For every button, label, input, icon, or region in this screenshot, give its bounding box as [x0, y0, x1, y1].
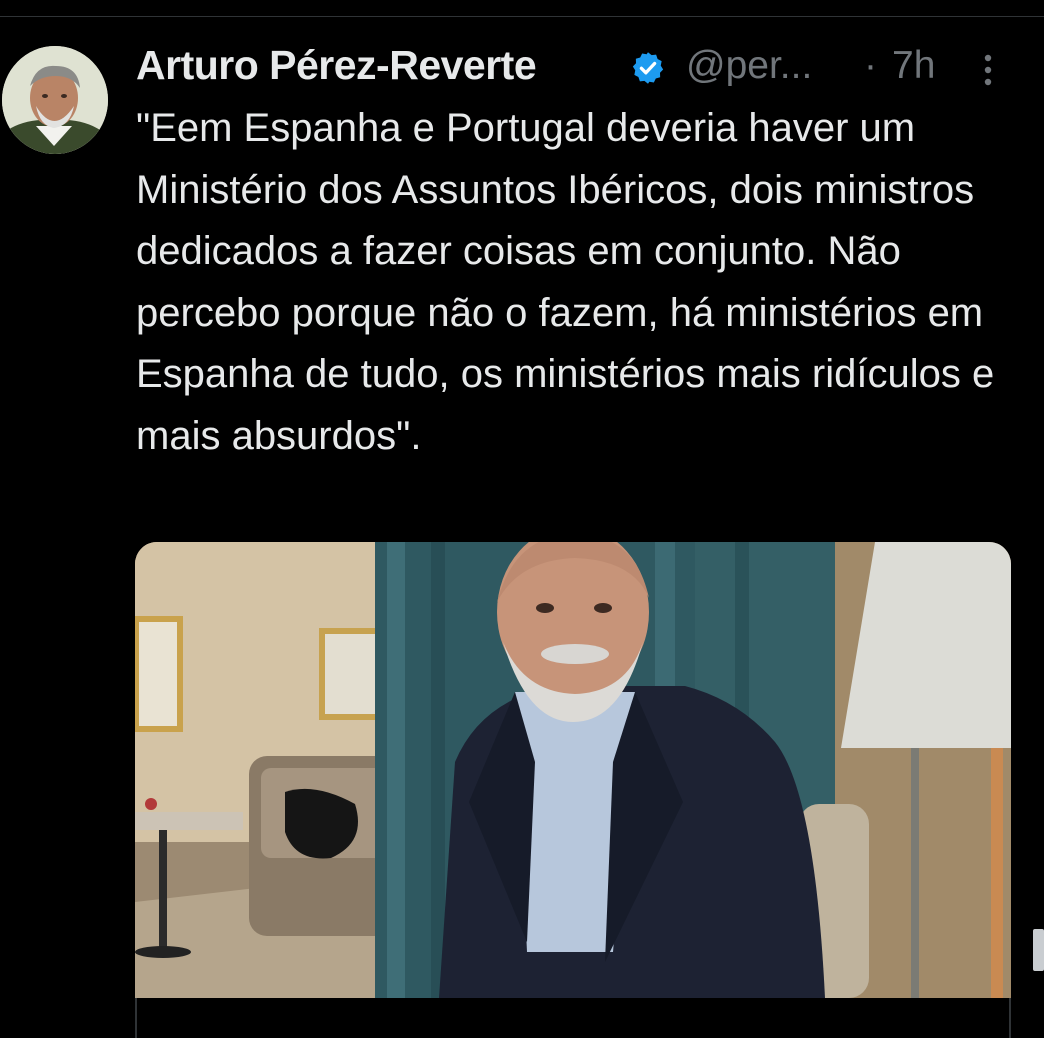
tweet-timestamp[interactable]: 7h [892, 44, 935, 88]
author-avatar[interactable] [2, 46, 108, 154]
verified-badge-icon[interactable] [630, 50, 666, 86]
tweet-media-image[interactable] [135, 542, 1011, 998]
separator-dot: · [864, 44, 877, 87]
tweet-text: "Eem Espanha e Portugal deveria haver um… [136, 106, 995, 458]
author-handle[interactable]: @per... [686, 44, 812, 88]
author-name[interactable]: Arturo Pérez-Reverte [136, 42, 537, 89]
top-divider [0, 16, 1044, 17]
scrollbar-thumb[interactable] [1033, 929, 1044, 971]
media-card-footer [135, 998, 1011, 1038]
tweet-header: Arturo Pérez-Reverte @per... · 7h [136, 40, 1016, 92]
more-vertical-icon[interactable] [978, 52, 998, 88]
